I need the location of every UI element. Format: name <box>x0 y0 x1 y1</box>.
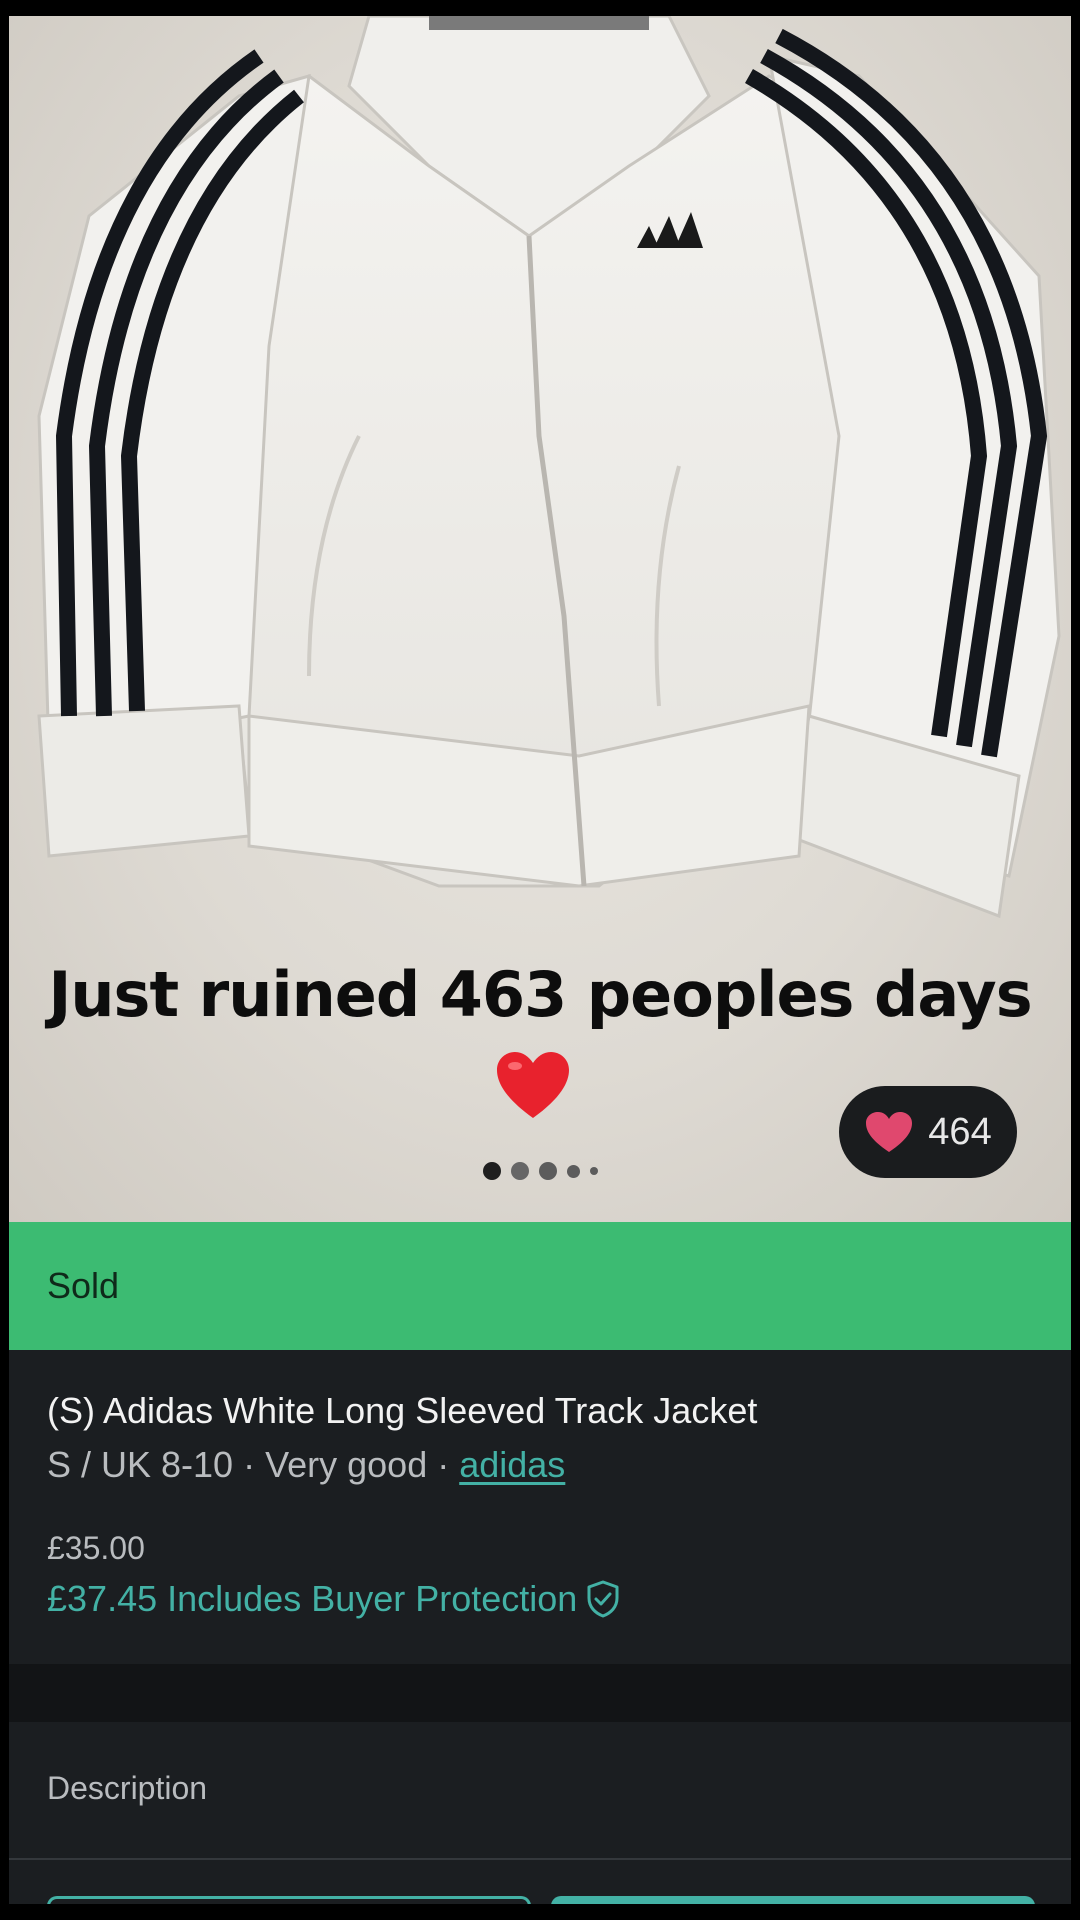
buyer-protection-price[interactable]: £37.45 Includes Buyer Protection <box>47 1578 621 1620</box>
app-screen: Just ruined 463 peoples days 464 Sold (S… <box>9 16 1071 1904</box>
brand-link[interactable]: adidas <box>459 1444 565 1485</box>
secondary-action-button[interactable] <box>47 1896 531 1904</box>
item-details: (S) Adidas White Long Sleeved Track Jack… <box>9 1350 1071 1664</box>
total-price-text: £37.45 Includes Buyer Protection <box>47 1578 578 1619</box>
shield-check-icon <box>587 1580 619 1618</box>
carousel-dot <box>566 1164 580 1178</box>
divider <box>9 1858 1071 1860</box>
carousel-dot-active <box>482 1162 501 1180</box>
meta-separator: · <box>233 1444 266 1485</box>
likes-count: 464 <box>928 1110 992 1153</box>
carousel-indicator[interactable] <box>9 1162 1071 1180</box>
description-section: Description <box>9 1722 1071 1904</box>
sold-status-banner: Sold <box>9 1222 1071 1350</box>
description-label: Description <box>47 1770 208 1806</box>
item-title: (S) Adidas White Long Sleeved Track Jack… <box>47 1390 758 1431</box>
meta-separator: · <box>427 1444 460 1485</box>
carousel-dot <box>538 1162 557 1180</box>
primary-action-button[interactable] <box>551 1896 1035 1904</box>
item-meta: S / UK 8-10 · Very good · adidas <box>47 1444 565 1486</box>
heart-icon <box>866 1112 913 1152</box>
section-separator <box>9 1664 1071 1722</box>
item-condition: Very good <box>265 1444 428 1485</box>
item-size: S / UK 8-10 <box>47 1444 234 1485</box>
item-price: £35.00 <box>47 1530 145 1566</box>
jacket-image <box>37 16 1061 919</box>
heart-emoji <box>497 1052 569 1118</box>
product-photo[interactable]: Just ruined 463 peoples days 464 <box>9 16 1071 1222</box>
carousel-dot <box>589 1167 598 1175</box>
overlay-caption: Just ruined 463 peoples days <box>48 958 1032 1031</box>
status-label: Sold <box>47 1265 120 1306</box>
carousel-dot <box>510 1162 529 1180</box>
